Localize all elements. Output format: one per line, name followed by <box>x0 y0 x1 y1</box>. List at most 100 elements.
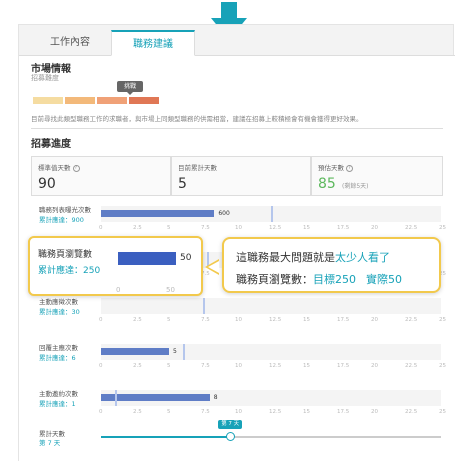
insight-highlight: 太少人看了 <box>335 251 390 264</box>
insight-actual: 實際50 <box>366 273 402 286</box>
axis-tick: 25 <box>439 317 446 323</box>
axis-tick: 5 <box>167 317 171 323</box>
axis-tick: 2.5 <box>133 409 142 415</box>
tab-job-content[interactable]: 工作內容 <box>29 30 111 56</box>
stat-value: 5 <box>178 176 187 192</box>
axis-tick: 10 <box>235 409 242 415</box>
axis-tick: 7.5 <box>201 363 210 369</box>
insight-line-1: 這職務最大問題就是太少人看了 <box>236 249 390 265</box>
axis-tick: 17.5 <box>337 363 350 369</box>
metric-bar-value: 5 <box>173 348 177 355</box>
axis-tick: 5 <box>167 409 171 415</box>
metric-label: 回覆主應次數 <box>39 344 78 352</box>
difficulty-level-2 <box>65 97 95 104</box>
axis-tick: 20 <box>371 409 378 415</box>
axis-tick: 0 <box>99 317 103 323</box>
metric-bar-value: 600 <box>218 210 230 217</box>
axis-tick: 5 <box>167 363 171 369</box>
difficulty-level-1 <box>33 97 63 104</box>
insight-line-2: 職務頁瀏覽數：目標250 實際50 <box>236 271 402 287</box>
tab-job-suggestions[interactable]: 職務建議 <box>111 30 195 56</box>
help-icon[interactable]: ? <box>346 164 353 172</box>
metric-bar <box>101 348 169 355</box>
difficulty-level-4 <box>129 97 159 104</box>
axis-tick: 7.5 <box>201 409 210 415</box>
insight-callout: 這職務最大問題就是太少人看了 職務頁瀏覽數：目標250 實際50 <box>222 237 441 293</box>
axis-tick: 5 <box>167 225 171 231</box>
callout-metric-sub: 累計應達：250 <box>38 266 101 276</box>
metric-sub: 累計應達：30 <box>39 308 80 316</box>
insight-target: 目標250 <box>313 273 356 286</box>
metric-label: 主動邀約次數 <box>39 390 78 398</box>
axis-tick: 15 <box>303 409 310 415</box>
axis-tick: 0 <box>99 363 103 369</box>
stat-label: 預估天數 <box>318 164 344 172</box>
metric-bar-value: 8 <box>213 394 218 401</box>
callout-bar <box>118 252 176 265</box>
metric-target-marker <box>203 298 205 314</box>
stat-estimated-days: 預估天數? 85 (剩餘5天) <box>311 156 443 196</box>
stat-value: 85 <box>318 176 336 192</box>
difficulty-level-3 <box>97 97 127 104</box>
axis-tick: 22.5 <box>405 363 418 369</box>
insight-prefix: 這職務最大問題就是 <box>236 251 335 264</box>
metric-target-marker <box>182 344 185 360</box>
metric-bar <box>101 394 210 401</box>
axis-tick: 12.5 <box>269 225 282 231</box>
metric-sub: 累計應達：1 <box>39 400 76 408</box>
page-views-zoom-callout: 職務頁瀏覽數 累計應達：250 50 0 50 <box>28 236 203 296</box>
axis-tick: 22.5 <box>405 409 418 415</box>
axis-tick: 7.5 <box>201 317 210 323</box>
metric-track <box>101 298 441 314</box>
market-description: 目前尋找此類型職務工作的求職者，與市場上同類型職務的供需相當，建議在招募上較積極… <box>31 115 363 123</box>
axis-tick: 25 <box>439 225 446 231</box>
stat-standard-days: 標準值天數? 90 <box>31 156 171 196</box>
axis-tick: 2.5 <box>133 225 142 231</box>
axis-tick: 10 <box>235 225 242 231</box>
metric-label: 職務列表曝光次數 <box>39 206 91 214</box>
callout-bar-value: 50 <box>180 253 192 263</box>
callout-axis-tick: 0 <box>116 286 121 294</box>
tab-bar: 工作內容 職務建議 <box>19 30 455 56</box>
section-divider <box>31 128 443 129</box>
axis-tick: 12.5 <box>269 409 282 415</box>
elapsed-slider-tooltip: 第 7 天 <box>218 420 243 429</box>
stat-sub: (剩餘5天) <box>342 183 369 190</box>
axis-tick: 17.5 <box>337 225 350 231</box>
metric-bar <box>101 210 215 217</box>
axis-tick: 12.5 <box>269 317 282 323</box>
axis-tick: 2.5 <box>133 317 142 323</box>
insight-prefix: 職務頁瀏覽數： <box>236 273 313 286</box>
elapsed-slider-knob[interactable] <box>226 432 236 441</box>
axis-tick: 25 <box>439 409 446 415</box>
elapsed-slider-fill <box>101 436 231 438</box>
callout-metric-label: 職務頁瀏覽數 <box>38 250 93 260</box>
axis-tick: 15 <box>303 317 310 323</box>
stat-label: 目前累計天數 <box>178 164 217 172</box>
axis-tick: 20 <box>371 363 378 369</box>
axis-tick: 10 <box>235 317 242 323</box>
metric-sub: 累計應達：900 <box>39 216 84 224</box>
metric-target-marker <box>271 206 273 222</box>
axis-tick: 2.5 <box>133 363 142 369</box>
elapsed-sub: 第 7 天 <box>39 439 61 447</box>
axis-tick: 7.5 <box>201 225 210 231</box>
stat-value: 90 <box>38 176 56 192</box>
metric-sub: 累計應達：6 <box>39 354 76 362</box>
metric-label: 主動應徵次數 <box>39 298 78 306</box>
difficulty-tooltip: 挑戰 <box>117 81 143 95</box>
axis-tick: 0 <box>99 225 103 231</box>
axis-tick: 20 <box>371 317 378 323</box>
stat-label: 標準值天數 <box>38 164 71 172</box>
axis-tick: 17.5 <box>337 317 350 323</box>
callout-pointer-inner <box>208 261 219 273</box>
callout-axis-tick: 50 <box>166 286 175 294</box>
difficulty-label: 招募難度 <box>31 74 59 82</box>
axis-tick: 22.5 <box>405 317 418 323</box>
axis-tick: 12.5 <box>269 363 282 369</box>
recruitment-progress-title: 招募進度 <box>31 139 71 150</box>
metric-target-marker <box>114 390 117 406</box>
help-icon[interactable]: ? <box>72 164 80 172</box>
stat-elapsed-days: 目前累計天數 5 <box>171 156 311 196</box>
axis-tick: 20 <box>371 225 378 231</box>
